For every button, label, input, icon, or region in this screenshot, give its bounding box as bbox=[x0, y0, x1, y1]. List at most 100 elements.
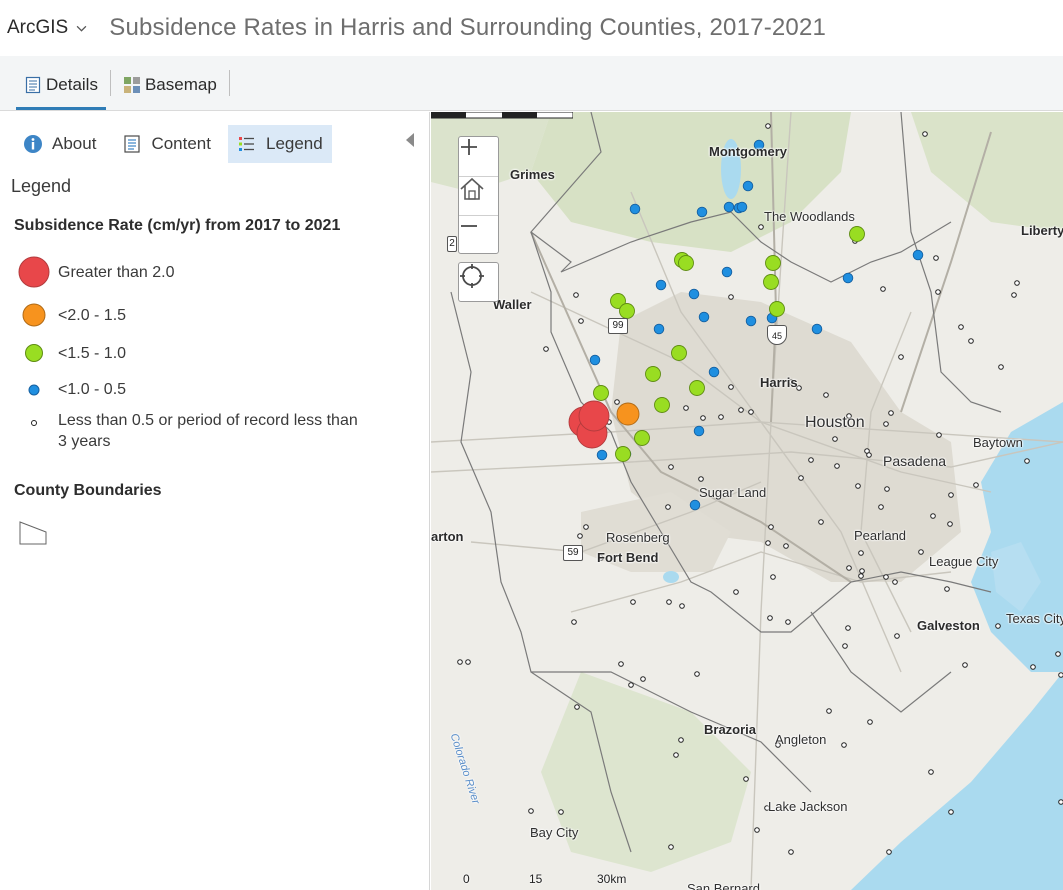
point-less-0_5[interactable] bbox=[718, 414, 724, 420]
point-1-0_5[interactable] bbox=[842, 272, 854, 284]
point-1_5-1[interactable] bbox=[615, 446, 631, 462]
point-less-0_5[interactable] bbox=[574, 704, 580, 710]
point-1_5-1[interactable] bbox=[765, 255, 781, 271]
point-less-0_5[interactable] bbox=[894, 633, 900, 639]
point-less-0_5[interactable] bbox=[823, 392, 829, 398]
point-less-0_5[interactable] bbox=[668, 464, 674, 470]
point-less-0_5[interactable] bbox=[728, 294, 734, 300]
point-less-0_5[interactable] bbox=[577, 533, 583, 539]
point-less-0_5[interactable] bbox=[618, 661, 624, 667]
point-less-0_5[interactable] bbox=[1058, 799, 1063, 805]
point-less-0_5[interactable] bbox=[962, 662, 968, 668]
tab-about[interactable]: About bbox=[14, 125, 105, 163]
point-less-0_5[interactable] bbox=[767, 615, 773, 621]
point-less-0_5[interactable] bbox=[818, 519, 824, 525]
point-less-0_5[interactable] bbox=[743, 776, 749, 782]
point-less-0_5[interactable] bbox=[883, 421, 889, 427]
point-less-0_5[interactable] bbox=[738, 407, 744, 413]
point-less-0_5[interactable] bbox=[698, 476, 704, 482]
point-1_5-1[interactable] bbox=[849, 226, 865, 242]
point-1-0_5[interactable] bbox=[912, 249, 924, 261]
point-less-0_5[interactable] bbox=[543, 346, 549, 352]
point-1_5-1[interactable] bbox=[645, 366, 661, 382]
point-less-0_5[interactable] bbox=[826, 708, 832, 714]
point-less-0_5[interactable] bbox=[845, 625, 851, 631]
point-less-0_5[interactable] bbox=[673, 752, 679, 758]
point-less-0_5[interactable] bbox=[832, 436, 838, 442]
point-1-0_5[interactable] bbox=[708, 366, 720, 378]
point-less-0_5[interactable] bbox=[573, 292, 579, 298]
point-less-0_5[interactable] bbox=[614, 399, 620, 405]
point-1_5-1[interactable] bbox=[619, 303, 635, 319]
point-less-0_5[interactable] bbox=[628, 682, 634, 688]
point-less-0_5[interactable] bbox=[678, 737, 684, 743]
point-1-0_5[interactable] bbox=[742, 180, 754, 192]
point-less-0_5[interactable] bbox=[947, 521, 953, 527]
point-less-0_5[interactable] bbox=[733, 589, 739, 595]
home-button[interactable] bbox=[459, 176, 498, 214]
point-less-0_5[interactable] bbox=[948, 809, 954, 815]
point-1-0_5[interactable] bbox=[688, 288, 700, 300]
point-less-0_5[interactable] bbox=[1014, 280, 1020, 286]
point-less-0_5[interactable] bbox=[944, 586, 950, 592]
point-less-0_5[interactable] bbox=[728, 384, 734, 390]
point-1-0_5[interactable] bbox=[721, 266, 733, 278]
point-less-0_5[interactable] bbox=[888, 410, 894, 416]
point-less-0_5[interactable] bbox=[683, 405, 689, 411]
point-less-0_5[interactable] bbox=[679, 603, 685, 609]
point-1-0_5[interactable] bbox=[589, 354, 601, 366]
point-less-0_5[interactable] bbox=[748, 409, 754, 415]
point-less-0_5[interactable] bbox=[858, 573, 864, 579]
point-1_5-1[interactable] bbox=[671, 345, 687, 361]
point-less-0_5[interactable] bbox=[834, 463, 840, 469]
point-2-1_5[interactable] bbox=[616, 402, 640, 426]
point-1-0_5[interactable] bbox=[655, 279, 667, 291]
point-less-0_5[interactable] bbox=[930, 513, 936, 519]
point-1-0_5[interactable] bbox=[736, 201, 748, 213]
point-1_5-1[interactable] bbox=[593, 385, 609, 401]
point-1-0_5[interactable] bbox=[723, 201, 735, 213]
point-less-0_5[interactable] bbox=[1030, 664, 1036, 670]
point-less-0_5[interactable] bbox=[867, 719, 873, 725]
point-less-0_5[interactable] bbox=[578, 318, 584, 324]
point-less-0_5[interactable] bbox=[841, 742, 847, 748]
point-less-0_5[interactable] bbox=[878, 504, 884, 510]
point-less-0_5[interactable] bbox=[886, 849, 892, 855]
point-less-0_5[interactable] bbox=[765, 540, 771, 546]
collapse-panel-icon[interactable] bbox=[404, 132, 416, 148]
point-less-0_5[interactable] bbox=[694, 671, 700, 677]
point-less-0_5[interactable] bbox=[558, 809, 564, 815]
point-less-0_5[interactable] bbox=[998, 364, 1004, 370]
zoom-out-button[interactable] bbox=[459, 215, 498, 253]
point-less-0_5[interactable] bbox=[457, 659, 463, 665]
point-less-0_5[interactable] bbox=[880, 286, 886, 292]
point-less-0_5[interactable] bbox=[770, 574, 776, 580]
point-1-0_5[interactable] bbox=[696, 206, 708, 218]
point-1_5-1[interactable] bbox=[634, 430, 650, 446]
details-button[interactable]: Details bbox=[16, 66, 106, 110]
point-1_5-1[interactable] bbox=[689, 380, 705, 396]
point-1-0_5[interactable] bbox=[745, 315, 757, 327]
point-less-0_5[interactable] bbox=[571, 619, 577, 625]
point-less-0_5[interactable] bbox=[883, 574, 889, 580]
point-less-0_5[interactable] bbox=[948, 492, 954, 498]
point-1-0_5[interactable] bbox=[693, 425, 705, 437]
point-less-0_5[interactable] bbox=[665, 504, 671, 510]
point-less-0_5[interactable] bbox=[884, 486, 890, 492]
point-less-0_5[interactable] bbox=[768, 524, 774, 530]
zoom-in-button[interactable] bbox=[459, 137, 498, 175]
point-less-0_5[interactable] bbox=[798, 475, 804, 481]
point-less-0_5[interactable] bbox=[1024, 458, 1030, 464]
point-less-0_5[interactable] bbox=[528, 808, 534, 814]
point-less-0_5[interactable] bbox=[922, 131, 928, 137]
point-less-0_5[interactable] bbox=[765, 123, 771, 129]
point-1-0_5[interactable] bbox=[653, 323, 665, 335]
point-less-0_5[interactable] bbox=[958, 324, 964, 330]
point-greater-2[interactable] bbox=[578, 400, 610, 432]
point-1_5-1[interactable] bbox=[654, 397, 670, 413]
map-view[interactable]: Montgomery Grimes The Woodlands Liberty … bbox=[431, 112, 1063, 890]
point-less-0_5[interactable] bbox=[630, 599, 636, 605]
point-less-0_5[interactable] bbox=[666, 599, 672, 605]
point-less-0_5[interactable] bbox=[783, 543, 789, 549]
point-less-0_5[interactable] bbox=[859, 568, 865, 574]
